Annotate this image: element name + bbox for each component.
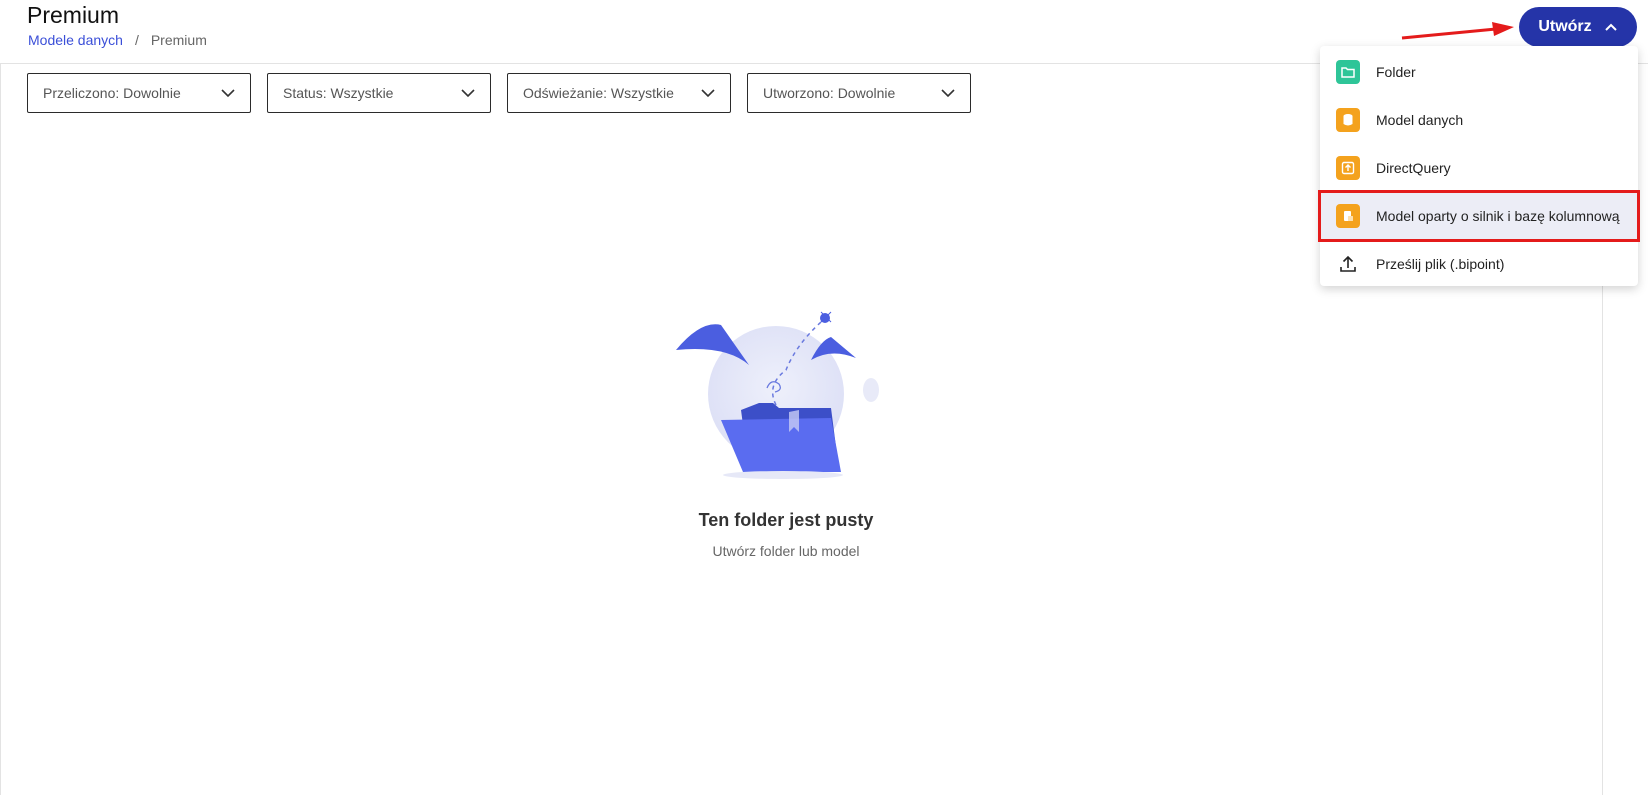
menu-item-label: Model oparty o silnik i bazę kolumnową <box>1376 208 1620 224</box>
filter-created[interactable]: Utworzono: Dowolnie <box>747 73 971 113</box>
columnar-model-icon <box>1336 204 1360 228</box>
menu-item-folder[interactable]: Folder <box>1320 48 1638 96</box>
chevron-down-icon <box>221 89 235 98</box>
breadcrumb-link-modele-danych[interactable]: Modele danych <box>28 32 123 48</box>
filter-label: Status: Wszystkie <box>283 85 394 101</box>
breadcrumb: Modele danych / Premium <box>28 32 207 48</box>
folder-icon <box>1336 60 1360 84</box>
menu-item-directquery[interactable]: DirectQuery <box>1320 144 1638 192</box>
create-button-label: Utwórz <box>1538 18 1592 35</box>
menu-item-label: DirectQuery <box>1376 160 1451 176</box>
breadcrumb-separator: / <box>134 32 139 48</box>
chevron-down-icon <box>941 89 955 98</box>
filter-bar: Przeliczono: Dowolnie Status: Wszystkie … <box>27 73 971 113</box>
menu-item-upload-file[interactable]: Prześlij plik (.bipoint) <box>1320 240 1638 288</box>
database-icon <box>1336 108 1360 132</box>
filter-label: Przeliczono: Dowolnie <box>43 85 181 101</box>
filter-refresh[interactable]: Odświeżanie: Wszystkie <box>507 73 731 113</box>
filter-label: Utworzono: Dowolnie <box>763 85 896 101</box>
filter-recalculated[interactable]: Przeliczono: Dowolnie <box>27 73 251 113</box>
breadcrumb-current: Premium <box>150 32 207 48</box>
empty-state-title: Ten folder jest pusty <box>698 510 874 530</box>
empty-state-subtitle: Utwórz folder lub model <box>712 543 860 559</box>
upload-icon <box>1336 252 1360 276</box>
direct-query-icon <box>1336 156 1360 180</box>
chevron-down-icon <box>461 89 475 98</box>
menu-item-label: Model danych <box>1376 112 1464 128</box>
menu-item-data-model[interactable]: Model danych <box>1320 96 1638 144</box>
empty-folder-illustration <box>676 311 879 479</box>
chevron-up-icon <box>1604 23 1617 31</box>
filter-label: Odświeżanie: Wszystkie <box>523 85 674 101</box>
menu-item-label: Folder <box>1376 64 1416 80</box>
menu-item-columnar-model[interactable]: Model oparty o silnik i bazę kolumnową <box>1318 190 1640 242</box>
create-menu: Folder Model danych DirectQuery Model op… <box>1318 46 1640 288</box>
page-title: Premium <box>27 2 120 28</box>
create-button[interactable]: Utwórz <box>1519 7 1637 47</box>
chevron-down-icon <box>701 89 715 98</box>
content-left-border <box>0 63 1 795</box>
annotation-arrow <box>1401 22 1514 40</box>
filter-status[interactable]: Status: Wszystkie <box>267 73 491 113</box>
menu-item-label: Prześlij plik (.bipoint) <box>1376 256 1505 272</box>
empty-state: Ten folder jest pusty Utwórz folder lub … <box>660 310 912 559</box>
